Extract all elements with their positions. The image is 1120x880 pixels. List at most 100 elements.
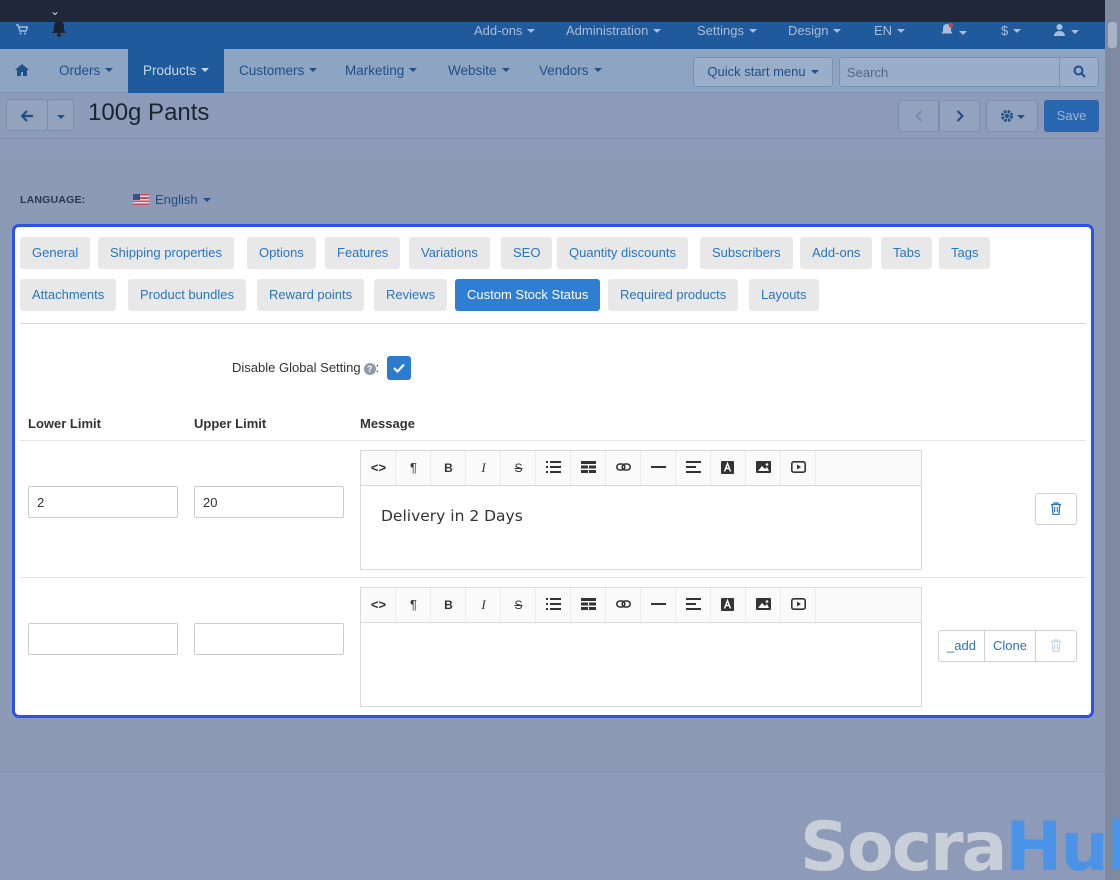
table-icon[interactable] — [571, 588, 606, 622]
paragraph-icon[interactable]: ¶ — [396, 451, 431, 485]
tab-options[interactable]: Options — [247, 237, 316, 269]
tab-shipping-properties[interactable]: Shipping properties — [98, 237, 235, 269]
menu-settings[interactable]: Settings — [697, 22, 757, 49]
bell-icon[interactable] — [51, 19, 67, 46]
row2-delete-button[interactable] — [1035, 630, 1077, 662]
italic-icon[interactable]: I — [466, 588, 501, 622]
horizontal-rule-icon[interactable] — [641, 588, 676, 622]
row1-message-editor[interactable]: <> ¶ B I S Delivery in 2 Days — [360, 450, 922, 570]
nav-orders[interactable]: Orders — [59, 49, 114, 93]
back-dropdown-button[interactable] — [47, 99, 74, 131]
bulleted-list-icon[interactable] — [536, 451, 571, 485]
link-icon[interactable] — [606, 588, 641, 622]
cart-icon[interactable] — [16, 22, 29, 49]
tab-tabs[interactable]: Tabs — [881, 237, 933, 269]
menu-addons[interactable]: Add-ons — [474, 22, 536, 49]
page-scrollbar[interactable] — [1105, 0, 1120, 880]
tab-custom-stock-status[interactable]: Custom Stock Status — [455, 279, 601, 311]
tab-tags[interactable]: Tags — [939, 237, 991, 269]
bold-icon[interactable]: B — [431, 588, 466, 622]
tab-quantity-discounts[interactable]: Quantity discounts — [557, 237, 688, 269]
menu-currency[interactable]: $ — [1001, 22, 1022, 49]
tab-general[interactable]: General — [20, 237, 91, 269]
table-icon[interactable] — [571, 451, 606, 485]
row2-upper-limit-input[interactable] — [194, 623, 344, 655]
home-icon[interactable] — [15, 49, 29, 93]
nav-website[interactable]: Website — [448, 49, 510, 93]
row2-message-editor[interactable]: <> ¶ B I S — [360, 587, 922, 707]
row1-upper-limit-input[interactable] — [194, 486, 344, 518]
disable-global-setting-label: Disable Global Setting?: — [232, 360, 380, 375]
image-icon[interactable] — [746, 451, 781, 485]
menu-currency-label: $ — [1001, 23, 1009, 38]
notifications-icon[interactable] — [940, 22, 967, 49]
tab-reward-points[interactable]: Reward points — [257, 279, 365, 311]
save-button[interactable]: Save — [1044, 100, 1099, 132]
italic-icon[interactable]: I — [466, 451, 501, 485]
tab-seo[interactable]: SEO — [501, 237, 553, 269]
menu-language[interactable]: EN — [874, 22, 906, 49]
chevron-down-icon[interactable]: ⌄ — [50, 4, 60, 18]
menu-design[interactable]: Design — [788, 22, 842, 49]
nav-vendors[interactable]: Vendors — [539, 49, 602, 93]
nav-customers-label: Customers — [239, 63, 305, 78]
tab-add-ons[interactable]: Add-ons — [800, 237, 873, 269]
arrow-left-icon — [21, 110, 33, 122]
prev-product-button[interactable] — [898, 100, 939, 132]
tab-features[interactable]: Features — [325, 237, 401, 269]
search-input[interactable] — [840, 58, 1060, 86]
font-color-icon[interactable] — [711, 451, 746, 485]
strikethrough-icon[interactable]: S — [501, 588, 536, 622]
chevron-left-icon — [915, 110, 923, 122]
image-icon[interactable] — [746, 588, 781, 622]
bulleted-list-icon[interactable] — [536, 588, 571, 622]
language-selector[interactable]: English — [133, 192, 211, 207]
row1-message-text[interactable]: Delivery in 2 Days — [381, 507, 523, 525]
tab-attachments[interactable]: Attachments — [20, 279, 117, 311]
nav-customers[interactable]: Customers — [239, 49, 318, 93]
code-view-icon[interactable]: <> — [361, 588, 396, 622]
align-icon[interactable] — [676, 588, 711, 622]
page-title: 100g Pants — [88, 99, 210, 126]
tab-layouts[interactable]: Layouts — [749, 279, 819, 311]
bold-icon[interactable]: B — [431, 451, 466, 485]
tab-product-bundles[interactable]: Product bundles — [128, 279, 246, 311]
settings-dropdown-button[interactable] — [986, 100, 1038, 132]
tab-variations[interactable]: Variations — [409, 237, 490, 269]
tab-reviews[interactable]: Reviews — [374, 279, 448, 311]
link-icon[interactable] — [606, 451, 641, 485]
nav-marketing[interactable]: Marketing — [345, 49, 418, 93]
user-icon[interactable] — [1053, 22, 1079, 49]
paragraph-icon[interactable]: ¶ — [396, 588, 431, 622]
menu-administration[interactable]: Administration — [566, 22, 662, 49]
gear-icon — [1001, 110, 1013, 122]
row1-lower-limit-input[interactable] — [28, 486, 178, 518]
table-header-divider — [20, 440, 1086, 441]
row1-delete-button[interactable] — [1035, 493, 1077, 525]
video-icon[interactable] — [781, 451, 816, 485]
next-product-button[interactable] — [939, 100, 980, 132]
disable-global-setting-checkbox[interactable] — [387, 356, 411, 380]
back-button[interactable] — [6, 99, 48, 131]
strikethrough-icon[interactable]: S — [501, 451, 536, 485]
align-icon[interactable] — [676, 451, 711, 485]
clone-row-button[interactable]: Clone — [984, 630, 1036, 662]
quick-start-menu-button[interactable]: Quick start menu — [693, 57, 833, 87]
help-icon[interactable]: ? — [363, 363, 376, 375]
tabs-divider — [20, 323, 1086, 324]
scrollbar-thumb[interactable] — [1108, 22, 1117, 48]
tab-subscribers[interactable]: Subscribers — [700, 237, 793, 269]
search-button[interactable] — [1059, 58, 1098, 86]
horizontal-rule-icon[interactable] — [641, 451, 676, 485]
font-color-icon[interactable] — [711, 588, 746, 622]
row2-lower-limit-input[interactable] — [28, 623, 178, 655]
trash-icon — [1051, 502, 1061, 515]
search-box — [839, 57, 1099, 87]
video-icon[interactable] — [781, 588, 816, 622]
code-view-icon[interactable]: <> — [361, 451, 396, 485]
menu-addons-label: Add-ons — [474, 23, 523, 38]
nav-products[interactable]: Products — [128, 49, 225, 93]
row-divider — [20, 577, 1086, 578]
add-row-button[interactable]: _add — [938, 630, 985, 662]
tab-required-products[interactable]: Required products — [608, 279, 739, 311]
